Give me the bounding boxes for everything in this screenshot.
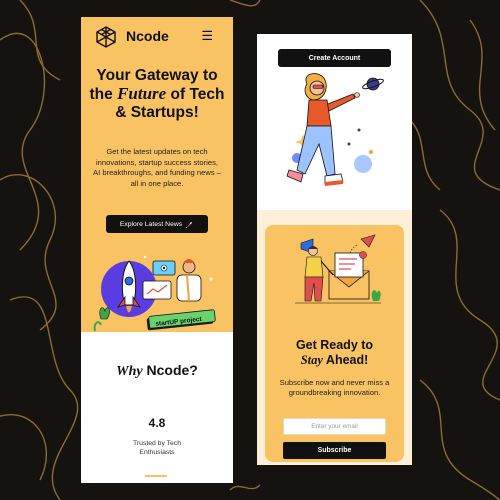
top-navigation: Ncode ☰ bbox=[81, 17, 233, 55]
startup-illustration: startUP project bbox=[93, 255, 216, 332]
rating-value: 4.8 bbox=[148, 416, 166, 430]
explore-news-button[interactable]: Explore Latest News bbox=[106, 215, 208, 233]
hero-title: Your Gateway to the Future of Tech & Sta… bbox=[89, 67, 225, 121]
accent-divider bbox=[145, 475, 167, 477]
email-input[interactable] bbox=[283, 418, 386, 435]
subscribe-description: Subscribe now and never miss a groundbre… bbox=[279, 378, 390, 397]
cube-grid-icon bbox=[96, 26, 116, 48]
hamburger-menu-icon[interactable]: ☰ bbox=[201, 28, 213, 44]
explorer-illustration bbox=[286, 73, 384, 186]
create-account-button[interactable]: Create Account bbox=[278, 49, 391, 67]
rocket-icon bbox=[185, 221, 193, 228]
brand-name[interactable]: Ncode bbox=[126, 28, 169, 44]
why-section: Why Ncode? 4.8 Trusted by Tech Enthusias… bbox=[81, 332, 233, 483]
rating-label: Trusted by Tech Enthusiasts bbox=[133, 440, 181, 456]
newsletter-illustration bbox=[295, 234, 381, 304]
subscribe-card: Get Ready to Stay Ahead! Subscribe now a… bbox=[265, 225, 404, 462]
hero-subtitle: Get the latest updates on tech innovatio… bbox=[93, 147, 221, 188]
subscribe-section: Get Ready to Stay Ahead! Subscribe now a… bbox=[257, 210, 412, 465]
why-title: Why Ncode? bbox=[116, 362, 198, 379]
background-wave-lines bbox=[0, 0, 500, 500]
subscribe-button[interactable]: Subscribe bbox=[283, 442, 386, 459]
left-phone-screen: Ncode ☰ Your Gateway to the Future of Te… bbox=[81, 17, 233, 483]
subscribe-title: Get Ready to Stay Ahead! bbox=[295, 338, 374, 367]
right-phone-screen: Create Account Get Ready to Stay Ahead! … bbox=[257, 34, 412, 465]
hero-title-emphasis: Future bbox=[117, 84, 167, 103]
